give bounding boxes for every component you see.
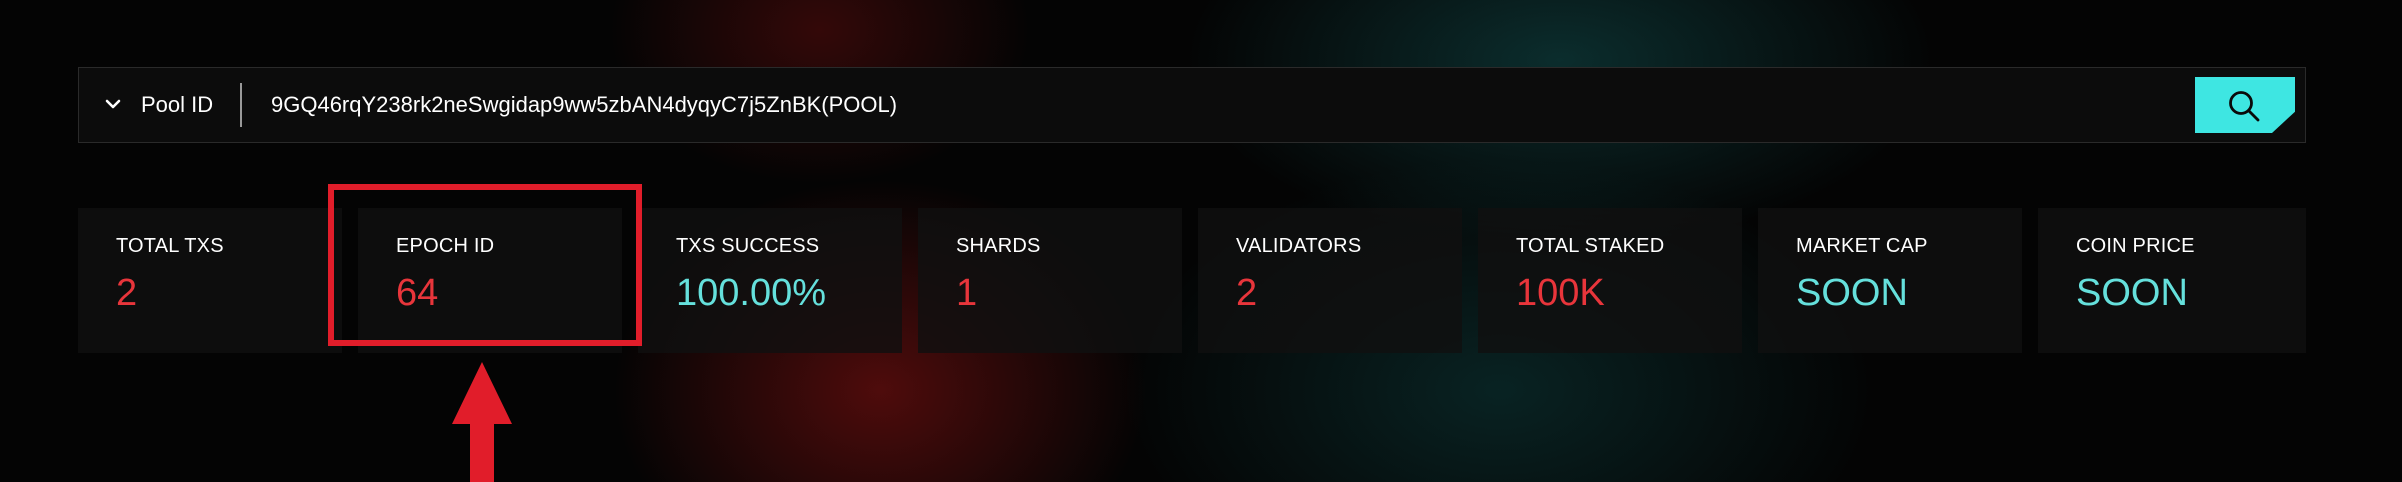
- stat-value: 100K: [1516, 272, 1605, 314]
- stat-card-epoch-id: EPOCH ID 64: [358, 208, 622, 353]
- search-type-dropdown[interactable]: Pool ID: [79, 68, 239, 142]
- search-icon: [2229, 91, 2260, 122]
- search-divider: [240, 83, 242, 127]
- stat-value: SOON: [1796, 272, 1908, 314]
- stat-value: 100.00%: [676, 272, 827, 314]
- stat-title: MARKET CAP: [1796, 235, 1928, 257]
- stat-card-total-staked: TOTAL STAKED 100K: [1478, 208, 1742, 353]
- search-input[interactable]: [263, 82, 2251, 128]
- search-button[interactable]: [2195, 77, 2295, 133]
- stat-value: SOON: [2076, 272, 2188, 314]
- chevron-down-icon: [105, 99, 121, 109]
- arrow-up-icon: [452, 362, 512, 482]
- search-type-label: Pool ID: [141, 92, 214, 117]
- stat-value: 2: [116, 272, 138, 314]
- stat-title: TOTAL STAKED: [1516, 235, 1665, 257]
- stat-title: COIN PRICE: [2076, 235, 2195, 257]
- stat-card-validators: VALIDATORS 2: [1198, 208, 1462, 353]
- stat-card-market-cap: MARKET CAP SOON: [1758, 208, 2022, 353]
- stat-card-txs-success: TXS SUCCESS 100.00%: [638, 208, 902, 353]
- stat-title: TXS SUCCESS: [676, 235, 820, 257]
- stat-title: EPOCH ID: [396, 235, 495, 257]
- stat-value: 64: [396, 272, 439, 314]
- stat-title: VALIDATORS: [1236, 235, 1362, 257]
- stat-value: 2: [1236, 272, 1258, 314]
- stat-title: TOTAL TXS: [116, 235, 224, 257]
- stat-card-coin-price: COIN PRICE SOON: [2038, 208, 2306, 353]
- stat-card-total-txs: TOTAL TXS 2: [78, 208, 342, 353]
- search-bar: Pool ID: [78, 67, 2306, 143]
- stat-value: 1: [956, 272, 978, 314]
- stat-card-shards: SHARDS 1: [918, 208, 1182, 353]
- stat-title: SHARDS: [956, 235, 1041, 257]
